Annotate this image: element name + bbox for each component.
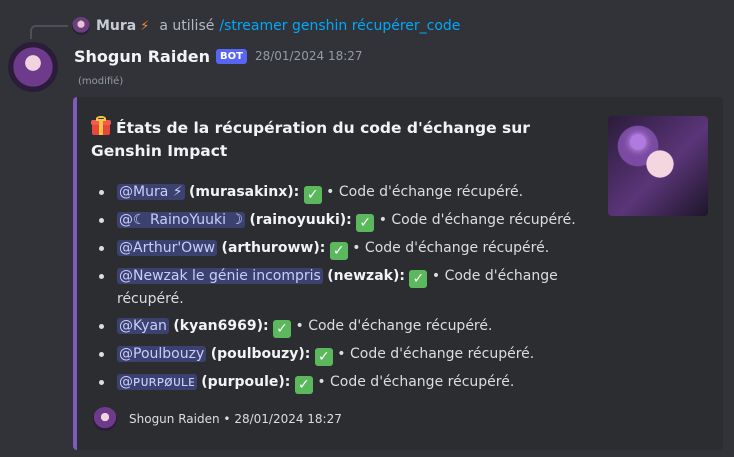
footer-timestamp: 28/01/2024 18:27 [234, 412, 342, 426]
list-item: @☾ RainoYuuki ☽ (rainoyuuki): ✓ • Code d… [97, 209, 577, 232]
reply-connector [30, 25, 68, 39]
redemption-status-list: @Mura ⚡ (murasakinx): ✓ • Code d'échange… [97, 181, 577, 399]
user-mention[interactable]: @Newzak le génie incompris [117, 268, 323, 284]
user-mention[interactable]: @Mura ⚡ [117, 184, 185, 200]
status-text: • Code d'échange récupéré. [352, 240, 550, 256]
bot-avatar[interactable] [8, 42, 58, 92]
message-timestamp[interactable]: 28/01/2024 18:27 [255, 49, 363, 63]
status-text: • Code d'échange récupéré. [378, 212, 576, 228]
list-item: @Newzak le génie incompris (newzak): ✓ •… [97, 265, 577, 310]
embed-card: États de la récupération du code d'échan… [73, 97, 723, 450]
list-username: (murasakinx): [189, 184, 300, 200]
embed-thumbnail[interactable] [608, 116, 708, 216]
user-mention[interactable]: @Kyan [117, 318, 169, 334]
flower-ornament [630, 134, 646, 150]
reply-context[interactable]: Mura ⚡ a utilisé /streamer genshin récup… [72, 16, 460, 36]
user-mention[interactable]: @☾ RainoYuuki ☽ [117, 212, 246, 228]
reply-avatar[interactable] [72, 17, 90, 35]
gift-icon [91, 116, 111, 136]
footer-name: Shogun Raiden [129, 412, 220, 426]
message-header: Shogun Raiden BOT 28/01/2024 18:27 [74, 44, 363, 68]
user-mention[interactable]: @Arthur'Oww [117, 240, 218, 256]
list-username: (rainoyuuki): [249, 212, 352, 228]
embed-title: États de la récupération du code d'échan… [91, 116, 581, 163]
footer-separator: • [223, 412, 231, 426]
slash-command-link[interactable]: /streamer genshin récupérer_code [219, 18, 460, 34]
list-username: (kyan6969): [173, 318, 269, 334]
check-icon: ✓ [303, 186, 322, 204]
check-icon: ✓ [294, 376, 313, 394]
status-text: • Code d'échange récupéré. [295, 318, 493, 334]
edited-indicator: (modifié) [78, 76, 124, 87]
list-item: @Kyan (kyan6969): ✓ • Code d'échange réc… [97, 315, 577, 338]
embed-title-text: États de la récupération du code d'échan… [91, 119, 530, 160]
status-text: • Code d'échange récupéré. [337, 346, 535, 362]
message-username[interactable]: Shogun Raiden [74, 47, 210, 66]
check-icon: ✓ [314, 348, 333, 366]
footer-avatar [93, 407, 117, 431]
status-text: • Code d'échange récupéré. [317, 374, 515, 390]
bot-badge: BOT [216, 48, 247, 64]
list-item: @Poulbouzy (poulbouzy): ✓ • Code d'échan… [97, 343, 577, 366]
lightning-icon: ⚡ [140, 18, 150, 34]
reply-username[interactable]: Mura [96, 18, 136, 34]
list-username: (arthuroww): [221, 240, 326, 256]
check-icon: ✓ [273, 320, 292, 338]
embed-footer: Shogun Raiden • 28/01/2024 18:27 [93, 407, 342, 431]
list-item: @ᴘᴜʀᴘøᴜʟᴇ (purpoule): ✓ • Code d'échange… [97, 371, 577, 394]
list-username: (newzak): [327, 268, 405, 284]
list-item: @Arthur'Oww (arthuroww): ✓ • Code d'écha… [97, 237, 577, 260]
list-username: (purpoule): [201, 374, 291, 390]
list-item: @Mura ⚡ (murasakinx): ✓ • Code d'échange… [97, 181, 577, 204]
user-mention[interactable]: @Poulbouzy [117, 346, 207, 362]
list-username: (poulbouzy): [210, 346, 311, 362]
check-icon: ✓ [356, 214, 375, 232]
status-text: • Code d'échange récupéré. [326, 184, 524, 200]
check-icon: ✓ [409, 270, 428, 288]
reply-used-text: a utilisé [159, 18, 215, 34]
check-icon: ✓ [329, 242, 348, 260]
user-mention[interactable]: @ᴘᴜʀᴘøᴜʟᴇ [117, 374, 197, 390]
